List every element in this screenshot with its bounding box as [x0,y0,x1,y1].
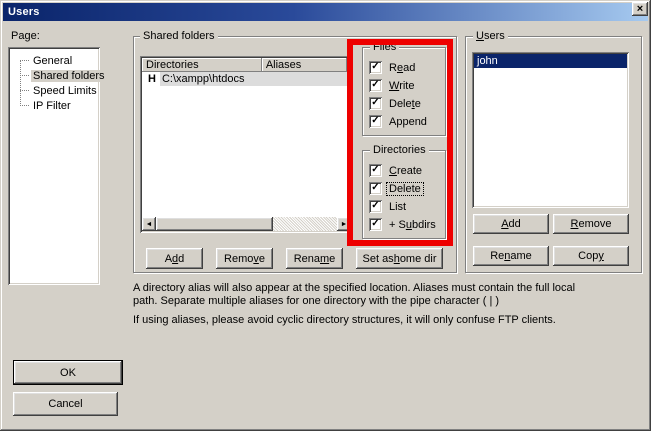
window-title: Users [8,6,40,18]
checkbox-row-subdirs[interactable]: ✓ + Subdirs [369,218,438,231]
horizontal-scrollbar[interactable]: ◄ ► [142,217,351,231]
check-icon: ✓ [371,98,379,108]
shared-folders-group-label: Shared folders [140,30,218,42]
shared-remove-button[interactable]: Remove [216,248,273,269]
scroll-left-button[interactable]: ◄ [142,217,156,231]
check-icon: ✓ [371,219,379,229]
listview-header: Directories Aliases [142,58,351,72]
page-item-label: Shared folders [31,70,107,82]
user-rename-button[interactable]: Rename [473,246,549,266]
shared-rename-button[interactable]: Rename [286,248,343,269]
note-line: A directory alias will also appear at th… [133,282,575,294]
checkbox-label-create[interactable]: Create [387,165,424,177]
checkbox-file-delete[interactable]: ✓ [369,97,382,110]
scroll-left-icon: ◄ [146,221,153,228]
column-header-directories[interactable]: Directories [142,58,262,72]
column-header-aliases[interactable]: Aliases [262,58,347,72]
check-icon: ✓ [371,165,379,175]
scroll-right-button[interactable]: ► [337,217,351,231]
checkbox-append[interactable]: ✓ [369,115,382,128]
directory-path: C:\xampp\htdocs [160,72,351,86]
checkbox-subdirs[interactable]: ✓ [369,218,382,231]
user-copy-button[interactable]: Copy [553,246,629,266]
checkbox-list[interactable]: ✓ [369,200,382,213]
close-icon: × [637,4,643,15]
user-remove-button[interactable]: Remove [553,214,629,234]
page-item-label: IP Filter [31,100,73,112]
checkbox-row-create[interactable]: ✓ Create [369,164,424,177]
scroll-right-icon: ► [341,221,348,228]
cancel-button[interactable]: Cancel [13,392,118,416]
set-as-home-dir-button[interactable]: Set as home dir [356,248,443,269]
ok-button[interactable]: OK [13,360,123,385]
page-item-speed-limits[interactable]: Speed Limits [8,83,100,98]
checkbox-write[interactable]: ✓ [369,79,382,92]
checkbox-dir-delete[interactable]: ✓ [369,182,382,195]
checkbox-label-file-delete[interactable]: Delete [387,98,423,110]
checkbox-row-read[interactable]: ✓ Read [369,61,417,74]
page-item-label: General [31,55,74,67]
note-line: path. Separate multiple aliases for one … [133,295,499,307]
checkbox-label-write[interactable]: Write [387,80,416,92]
scrollbar-thumb[interactable] [156,217,273,231]
checkbox-label-list[interactable]: List [387,201,408,213]
checkbox-row-file-delete[interactable]: ✓ Delete [369,97,423,110]
directories-group-label: Directories [370,144,429,156]
checkbox-row-append[interactable]: ✓ Append [369,115,429,128]
check-icon: ✓ [371,62,379,72]
users-list[interactable]: john [472,52,629,208]
files-group-label: Files [370,41,399,53]
column-header-filler [347,58,351,72]
user-item-john[interactable]: john [474,54,627,68]
user-add-button[interactable]: Add [473,214,549,234]
checkbox-create[interactable]: ✓ [369,164,382,177]
check-icon: ✓ [371,201,379,211]
close-button[interactable]: × [632,2,648,16]
users-dialog: Users × Page: General Shared folders Spe… [0,0,651,431]
page-tree: General Shared folders Speed Limits IP F… [8,53,100,113]
checkbox-label-subdirs[interactable]: + Subdirs [387,219,438,231]
home-flag: H [142,73,160,85]
page-item-label: Speed Limits [31,85,99,97]
scrollbar-track[interactable] [273,217,337,231]
checkbox-row-write[interactable]: ✓ Write [369,79,416,92]
check-icon: ✓ [371,116,379,126]
note-line: If using aliases, please avoid cyclic di… [133,314,556,326]
check-icon: ✓ [371,80,379,90]
checkbox-label-dir-delete[interactable]: Delete [387,183,423,195]
checkbox-row-list[interactable]: ✓ List [369,200,408,213]
shared-add-button[interactable]: Add [146,248,203,269]
title-bar[interactable]: Users [3,3,648,21]
page-item-shared-folders[interactable]: Shared folders [8,68,100,83]
page-item-general[interactable]: General [8,53,100,68]
checkbox-row-dir-delete[interactable]: ✓ Delete [369,182,423,195]
checkbox-label-read[interactable]: Read [387,62,417,74]
checkbox-label-append[interactable]: Append [387,116,429,128]
checkbox-read[interactable]: ✓ [369,61,382,74]
check-icon: ✓ [371,183,379,193]
page-label: Page: [11,30,40,42]
directory-row[interactable]: H C:\xampp\htdocs [142,72,351,86]
users-group-label: Users [473,30,508,42]
page-item-ip-filter[interactable]: IP Filter [8,98,100,113]
page-list[interactable]: General Shared folders Speed Limits IP F… [8,47,100,285]
